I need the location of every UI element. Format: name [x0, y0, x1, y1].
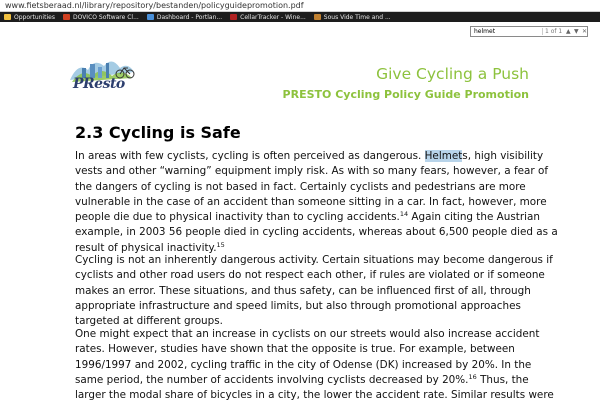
document-title: Give Cycling a Push: [376, 65, 529, 83]
cellartracker-icon: [230, 14, 238, 20]
bookmark-label: CellarTracker - Wine...: [240, 13, 306, 21]
bookmark-label: Dashboard - Portlan...: [156, 13, 223, 21]
find-down-icon[interactable]: ▼: [574, 28, 579, 35]
paragraph-1: In areas with few cyclists, cycling is o…: [75, 150, 558, 254]
find-input[interactable]: helmet: [474, 28, 495, 35]
footnote-ref: 15: [216, 240, 225, 249]
dovico-icon: [62, 14, 70, 20]
find-up-icon[interactable]: ▲: [566, 28, 571, 35]
page-icon: [313, 14, 321, 20]
footnote-ref: 14: [399, 210, 409, 219]
bookmark-opportunities[interactable]: Opportunities: [4, 14, 55, 21]
find-divider: [542, 28, 543, 35]
bookmark-dashboard[interactable]: Dashboard - Portlan...: [146, 13, 223, 21]
footnote-ref: 16: [468, 372, 477, 381]
section-heading: 2.3 Cycling is Safe: [75, 123, 241, 142]
page-icon: [146, 14, 154, 20]
folder-icon: [4, 14, 11, 20]
document-subtitle: PRESTO Cycling Policy Guide Promotion: [282, 88, 529, 101]
find-count: 1 of 1: [545, 28, 563, 35]
paragraph-3: One might expect that an increase in cyc…: [75, 328, 554, 402]
paragraph-2: Cycling is not an inherently dangerous a…: [75, 254, 553, 328]
find-toolbar: helmet 1 of 1 ▲ ▼ ✕: [0, 22, 600, 41]
bookmark-dovico[interactable]: DOVICO Software Cl...: [62, 13, 139, 21]
bookmark-sous-vide[interactable]: Sous Vide Time and ...: [313, 13, 391, 21]
bookmark-label: Opportunities: [14, 13, 55, 21]
bookmark-label: Sous Vide Time and ...: [323, 13, 391, 21]
url-text[interactable]: www.fietsberaad.nl/library/repository/be…: [5, 0, 304, 11]
search-highlight: Helmet: [424, 150, 463, 162]
find-box[interactable]: helmet 1 of 1 ▲ ▼ ✕: [470, 26, 588, 37]
bookmark-cellartracker[interactable]: CellarTracker - Wine...: [230, 14, 306, 21]
find-close-icon[interactable]: ✕: [582, 28, 587, 35]
bookmarks-bar: Opportunities DOVICO Software Cl... Dash…: [0, 12, 600, 22]
logo-text: PResto: [73, 76, 125, 92]
bookmark-label: DOVICO Software Cl...: [72, 13, 139, 21]
address-bar[interactable]: www.fietsberaad.nl/library/repository/be…: [0, 0, 600, 12]
